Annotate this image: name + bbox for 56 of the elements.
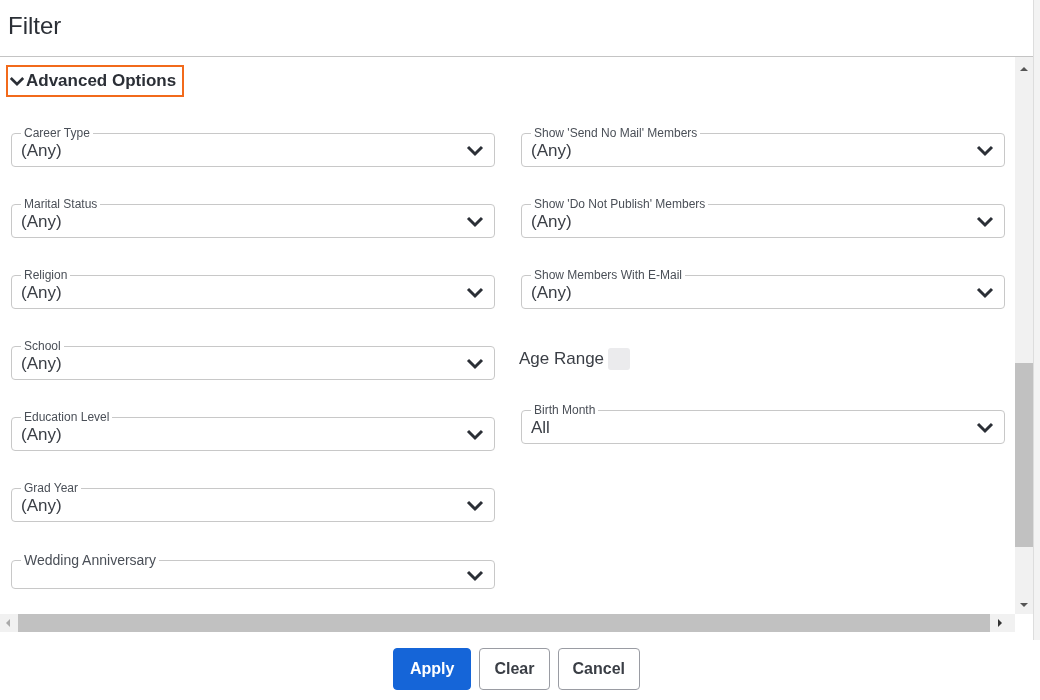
dropdown-field[interactable]: Education Level (Any): [11, 411, 495, 451]
scroll-right-icon[interactable]: [996, 619, 1004, 627]
selected-value: (Any): [21, 353, 62, 374]
dropdown-field[interactable]: Religion (Any): [11, 269, 495, 309]
field-label: Marital Status: [24, 197, 98, 211]
dropdown-field[interactable]: Career Type (Any): [11, 127, 495, 167]
chevron-down-icon: [466, 428, 484, 441]
chevron-down-icon: [466, 286, 484, 299]
field-label: Wedding Anniversary: [24, 552, 157, 568]
primary-button[interactable]: Apply: [393, 648, 472, 690]
chevron-down-icon: [466, 569, 484, 582]
chevron-down-icon: [976, 215, 994, 228]
chevron-down-icon: [466, 499, 484, 512]
chevron-down-icon: [466, 357, 484, 370]
field-label: Grad Year: [24, 481, 79, 495]
field-label: Religion: [24, 268, 68, 282]
field-label: Career Type: [24, 126, 90, 140]
chevron-down-icon: [976, 144, 994, 157]
selected-value: (Any): [21, 211, 62, 232]
selected-value: (Any): [531, 140, 572, 161]
selected-value: All: [531, 417, 550, 438]
field-label: Show 'Send No Mail' Members: [534, 126, 698, 140]
dropdown-field[interactable]: Show 'Send No Mail' Members (Any): [521, 127, 1005, 167]
dialog-title: Filter: [8, 12, 62, 40]
field-label: Age Range: [519, 349, 605, 369]
dropdown-field[interactable]: Show 'Do Not Publish' Members (Any): [521, 198, 1005, 238]
selected-value: (Any): [531, 211, 572, 232]
scroll-up-icon[interactable]: [1020, 65, 1028, 73]
selected-value: (Any): [21, 424, 62, 445]
selected-value: (Any): [21, 282, 62, 303]
field-label: Show Members With E-Mail: [534, 268, 683, 282]
vertical-scrollbar[interactable]: [1015, 57, 1033, 614]
field-label: Education Level: [24, 410, 110, 424]
horizontal-scrollbar[interactable]: [0, 614, 1015, 632]
selected-value: (Any): [531, 282, 572, 303]
dropdown-field[interactable]: Marital Status (Any): [11, 198, 495, 238]
dropdown-field[interactable]: Wedding Anniversary: [11, 553, 495, 589]
dropdown-field[interactable]: Grad Year (Any): [11, 482, 495, 522]
dropdown-field[interactable]: Birth Month All: [521, 404, 1005, 444]
field-label: School: [24, 339, 61, 353]
scroll-left-icon[interactable]: [4, 619, 12, 627]
dropdown-field[interactable]: School (Any): [11, 340, 495, 380]
field-label: Birth Month: [534, 403, 596, 417]
secondary-button[interactable]: Clear: [479, 648, 550, 690]
scroll-down-icon[interactable]: [1020, 601, 1028, 609]
chevron-down-icon: [9, 75, 25, 87]
secondary-button[interactable]: Cancel: [557, 648, 640, 690]
chevron-down-icon: [466, 144, 484, 157]
chevron-down-icon: [976, 286, 994, 299]
selected-value: (Any): [21, 140, 62, 161]
dropdown-field[interactable]: Show Members With E-Mail (Any): [521, 269, 1005, 309]
section-header[interactable]: Advanced Options: [6, 65, 185, 97]
chevron-down-icon: [466, 215, 484, 228]
field-label: Show 'Do Not Publish' Members: [534, 197, 706, 211]
selected-value: (Any): [21, 495, 62, 516]
chevron-down-icon: [976, 421, 994, 434]
